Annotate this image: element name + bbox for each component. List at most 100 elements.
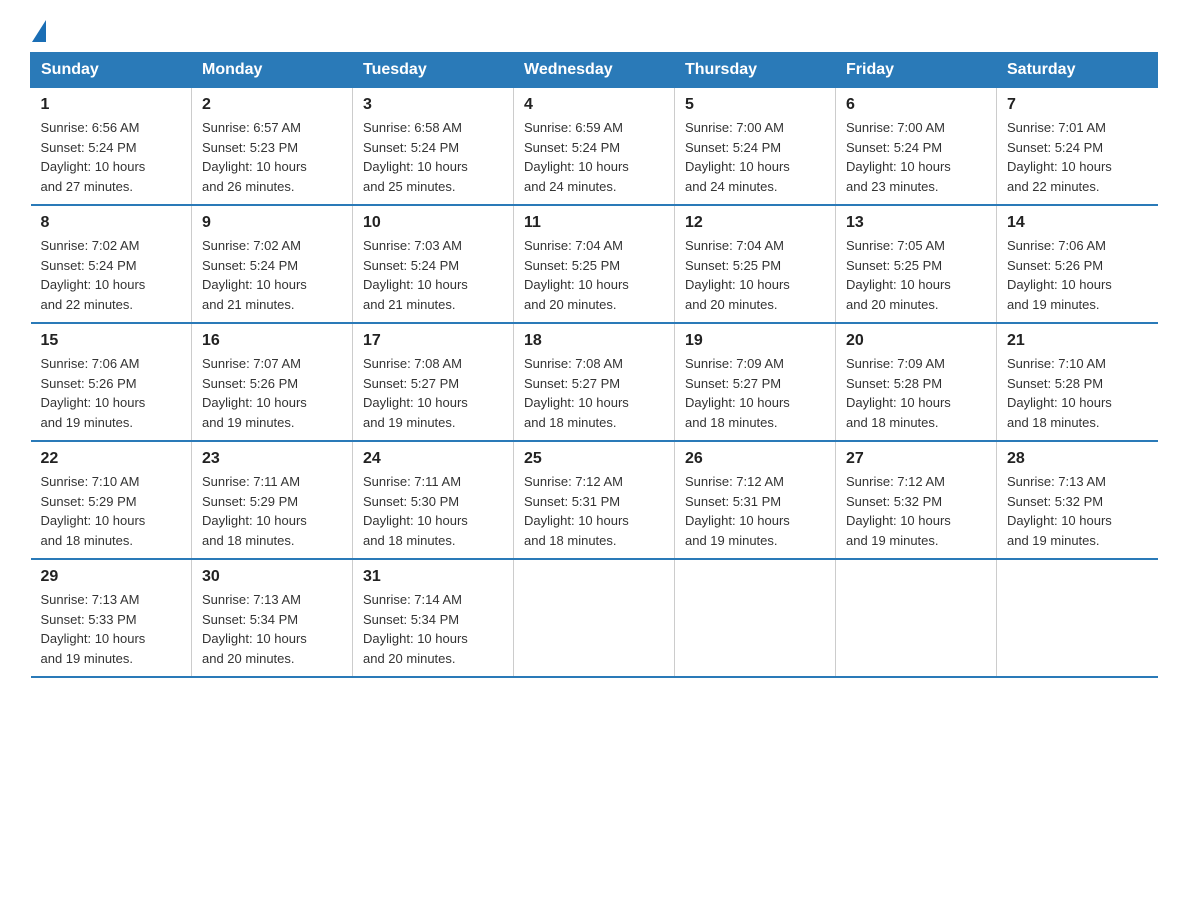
calendar-cell: 16 Sunrise: 7:07 AMSunset: 5:26 PMDaylig…: [192, 323, 353, 441]
header-day-friday: Friday: [836, 53, 997, 88]
day-number: 14: [1007, 214, 1148, 232]
day-number: 16: [202, 332, 342, 350]
calendar-cell: 30 Sunrise: 7:13 AMSunset: 5:34 PMDaylig…: [192, 559, 353, 677]
calendar-cell: [997, 559, 1158, 677]
day-info: Sunrise: 7:10 AMSunset: 5:29 PMDaylight:…: [41, 474, 146, 548]
calendar-cell: 2 Sunrise: 6:57 AMSunset: 5:23 PMDayligh…: [192, 88, 353, 206]
day-info: Sunrise: 7:09 AMSunset: 5:28 PMDaylight:…: [846, 356, 951, 430]
day-number: 12: [685, 214, 825, 232]
day-number: 25: [524, 450, 664, 468]
calendar-cell: 9 Sunrise: 7:02 AMSunset: 5:24 PMDayligh…: [192, 205, 353, 323]
day-number: 18: [524, 332, 664, 350]
day-number: 24: [363, 450, 503, 468]
day-number: 28: [1007, 450, 1148, 468]
header-day-wednesday: Wednesday: [514, 53, 675, 88]
calendar-cell: 24 Sunrise: 7:11 AMSunset: 5:30 PMDaylig…: [353, 441, 514, 559]
day-info: Sunrise: 6:58 AMSunset: 5:24 PMDaylight:…: [363, 120, 468, 194]
calendar-cell: 23 Sunrise: 7:11 AMSunset: 5:29 PMDaylig…: [192, 441, 353, 559]
logo-top: [30, 20, 46, 40]
calendar-cell: [514, 559, 675, 677]
calendar-cell: 7 Sunrise: 7:01 AMSunset: 5:24 PMDayligh…: [997, 88, 1158, 206]
day-info: Sunrise: 7:12 AMSunset: 5:32 PMDaylight:…: [846, 474, 951, 548]
header-day-thursday: Thursday: [675, 53, 836, 88]
day-info: Sunrise: 7:13 AMSunset: 5:32 PMDaylight:…: [1007, 474, 1112, 548]
day-info: Sunrise: 7:00 AMSunset: 5:24 PMDaylight:…: [846, 120, 951, 194]
header-day-sunday: Sunday: [31, 53, 192, 88]
day-number: 19: [685, 332, 825, 350]
week-row-1: 1 Sunrise: 6:56 AMSunset: 5:24 PMDayligh…: [31, 88, 1158, 206]
calendar-table: SundayMondayTuesdayWednesdayThursdayFrid…: [30, 52, 1158, 678]
day-info: Sunrise: 6:59 AMSunset: 5:24 PMDaylight:…: [524, 120, 629, 194]
calendar-cell: 13 Sunrise: 7:05 AMSunset: 5:25 PMDaylig…: [836, 205, 997, 323]
day-info: Sunrise: 7:02 AMSunset: 5:24 PMDaylight:…: [41, 238, 146, 312]
day-number: 2: [202, 96, 342, 114]
day-info: Sunrise: 7:02 AMSunset: 5:24 PMDaylight:…: [202, 238, 307, 312]
calendar-cell: 21 Sunrise: 7:10 AMSunset: 5:28 PMDaylig…: [997, 323, 1158, 441]
day-number: 27: [846, 450, 986, 468]
day-number: 31: [363, 568, 503, 586]
header-day-saturday: Saturday: [997, 53, 1158, 88]
day-info: Sunrise: 7:10 AMSunset: 5:28 PMDaylight:…: [1007, 356, 1112, 430]
week-row-4: 22 Sunrise: 7:10 AMSunset: 5:29 PMDaylig…: [31, 441, 1158, 559]
calendar-cell: 12 Sunrise: 7:04 AMSunset: 5:25 PMDaylig…: [675, 205, 836, 323]
day-number: 11: [524, 214, 664, 232]
day-number: 17: [363, 332, 503, 350]
day-info: Sunrise: 7:01 AMSunset: 5:24 PMDaylight:…: [1007, 120, 1112, 194]
day-number: 22: [41, 450, 182, 468]
day-info: Sunrise: 7:13 AMSunset: 5:34 PMDaylight:…: [202, 592, 307, 666]
day-number: 7: [1007, 96, 1148, 114]
week-row-5: 29 Sunrise: 7:13 AMSunset: 5:33 PMDaylig…: [31, 559, 1158, 677]
calendar-header: SundayMondayTuesdayWednesdayThursdayFrid…: [31, 53, 1158, 88]
day-info: Sunrise: 7:11 AMSunset: 5:30 PMDaylight:…: [363, 474, 468, 548]
day-info: Sunrise: 7:11 AMSunset: 5:29 PMDaylight:…: [202, 474, 307, 548]
calendar-cell: 28 Sunrise: 7:13 AMSunset: 5:32 PMDaylig…: [997, 441, 1158, 559]
day-info: Sunrise: 7:08 AMSunset: 5:27 PMDaylight:…: [363, 356, 468, 430]
calendar-cell: 29 Sunrise: 7:13 AMSunset: 5:33 PMDaylig…: [31, 559, 192, 677]
calendar-cell: 31 Sunrise: 7:14 AMSunset: 5:34 PMDaylig…: [353, 559, 514, 677]
day-number: 3: [363, 96, 503, 114]
day-number: 13: [846, 214, 986, 232]
day-number: 1: [41, 96, 182, 114]
day-number: 20: [846, 332, 986, 350]
day-info: Sunrise: 6:57 AMSunset: 5:23 PMDaylight:…: [202, 120, 307, 194]
calendar-cell: 15 Sunrise: 7:06 AMSunset: 5:26 PMDaylig…: [31, 323, 192, 441]
day-info: Sunrise: 7:07 AMSunset: 5:26 PMDaylight:…: [202, 356, 307, 430]
calendar-cell: 6 Sunrise: 7:00 AMSunset: 5:24 PMDayligh…: [836, 88, 997, 206]
calendar-cell: 8 Sunrise: 7:02 AMSunset: 5:24 PMDayligh…: [31, 205, 192, 323]
calendar-cell: 18 Sunrise: 7:08 AMSunset: 5:27 PMDaylig…: [514, 323, 675, 441]
week-row-3: 15 Sunrise: 7:06 AMSunset: 5:26 PMDaylig…: [31, 323, 1158, 441]
day-number: 9: [202, 214, 342, 232]
day-number: 5: [685, 96, 825, 114]
day-info: Sunrise: 7:03 AMSunset: 5:24 PMDaylight:…: [363, 238, 468, 312]
day-info: Sunrise: 7:13 AMSunset: 5:33 PMDaylight:…: [41, 592, 146, 666]
calendar-cell: 10 Sunrise: 7:03 AMSunset: 5:24 PMDaylig…: [353, 205, 514, 323]
day-info: Sunrise: 7:09 AMSunset: 5:27 PMDaylight:…: [685, 356, 790, 430]
week-row-2: 8 Sunrise: 7:02 AMSunset: 5:24 PMDayligh…: [31, 205, 1158, 323]
calendar-cell: [836, 559, 997, 677]
calendar-cell: 3 Sunrise: 6:58 AMSunset: 5:24 PMDayligh…: [353, 88, 514, 206]
header-day-monday: Monday: [192, 53, 353, 88]
calendar-cell: 17 Sunrise: 7:08 AMSunset: 5:27 PMDaylig…: [353, 323, 514, 441]
day-number: 21: [1007, 332, 1148, 350]
day-info: Sunrise: 7:08 AMSunset: 5:27 PMDaylight:…: [524, 356, 629, 430]
calendar-cell: 11 Sunrise: 7:04 AMSunset: 5:25 PMDaylig…: [514, 205, 675, 323]
calendar-cell: 20 Sunrise: 7:09 AMSunset: 5:28 PMDaylig…: [836, 323, 997, 441]
day-number: 4: [524, 96, 664, 114]
day-info: Sunrise: 7:12 AMSunset: 5:31 PMDaylight:…: [524, 474, 629, 548]
day-info: Sunrise: 7:04 AMSunset: 5:25 PMDaylight:…: [524, 238, 629, 312]
calendar-cell: 19 Sunrise: 7:09 AMSunset: 5:27 PMDaylig…: [675, 323, 836, 441]
day-info: Sunrise: 7:06 AMSunset: 5:26 PMDaylight:…: [41, 356, 146, 430]
day-info: Sunrise: 7:00 AMSunset: 5:24 PMDaylight:…: [685, 120, 790, 194]
logo-triangle-icon: [32, 20, 46, 42]
calendar-body: 1 Sunrise: 6:56 AMSunset: 5:24 PMDayligh…: [31, 88, 1158, 678]
calendar-cell: 22 Sunrise: 7:10 AMSunset: 5:29 PMDaylig…: [31, 441, 192, 559]
day-info: Sunrise: 7:12 AMSunset: 5:31 PMDaylight:…: [685, 474, 790, 548]
header-row: SundayMondayTuesdayWednesdayThursdayFrid…: [31, 53, 1158, 88]
header-day-tuesday: Tuesday: [353, 53, 514, 88]
calendar-cell: 4 Sunrise: 6:59 AMSunset: 5:24 PMDayligh…: [514, 88, 675, 206]
day-number: 29: [41, 568, 182, 586]
day-info: Sunrise: 7:06 AMSunset: 5:26 PMDaylight:…: [1007, 238, 1112, 312]
day-number: 6: [846, 96, 986, 114]
day-info: Sunrise: 7:14 AMSunset: 5:34 PMDaylight:…: [363, 592, 468, 666]
calendar-cell: 27 Sunrise: 7:12 AMSunset: 5:32 PMDaylig…: [836, 441, 997, 559]
